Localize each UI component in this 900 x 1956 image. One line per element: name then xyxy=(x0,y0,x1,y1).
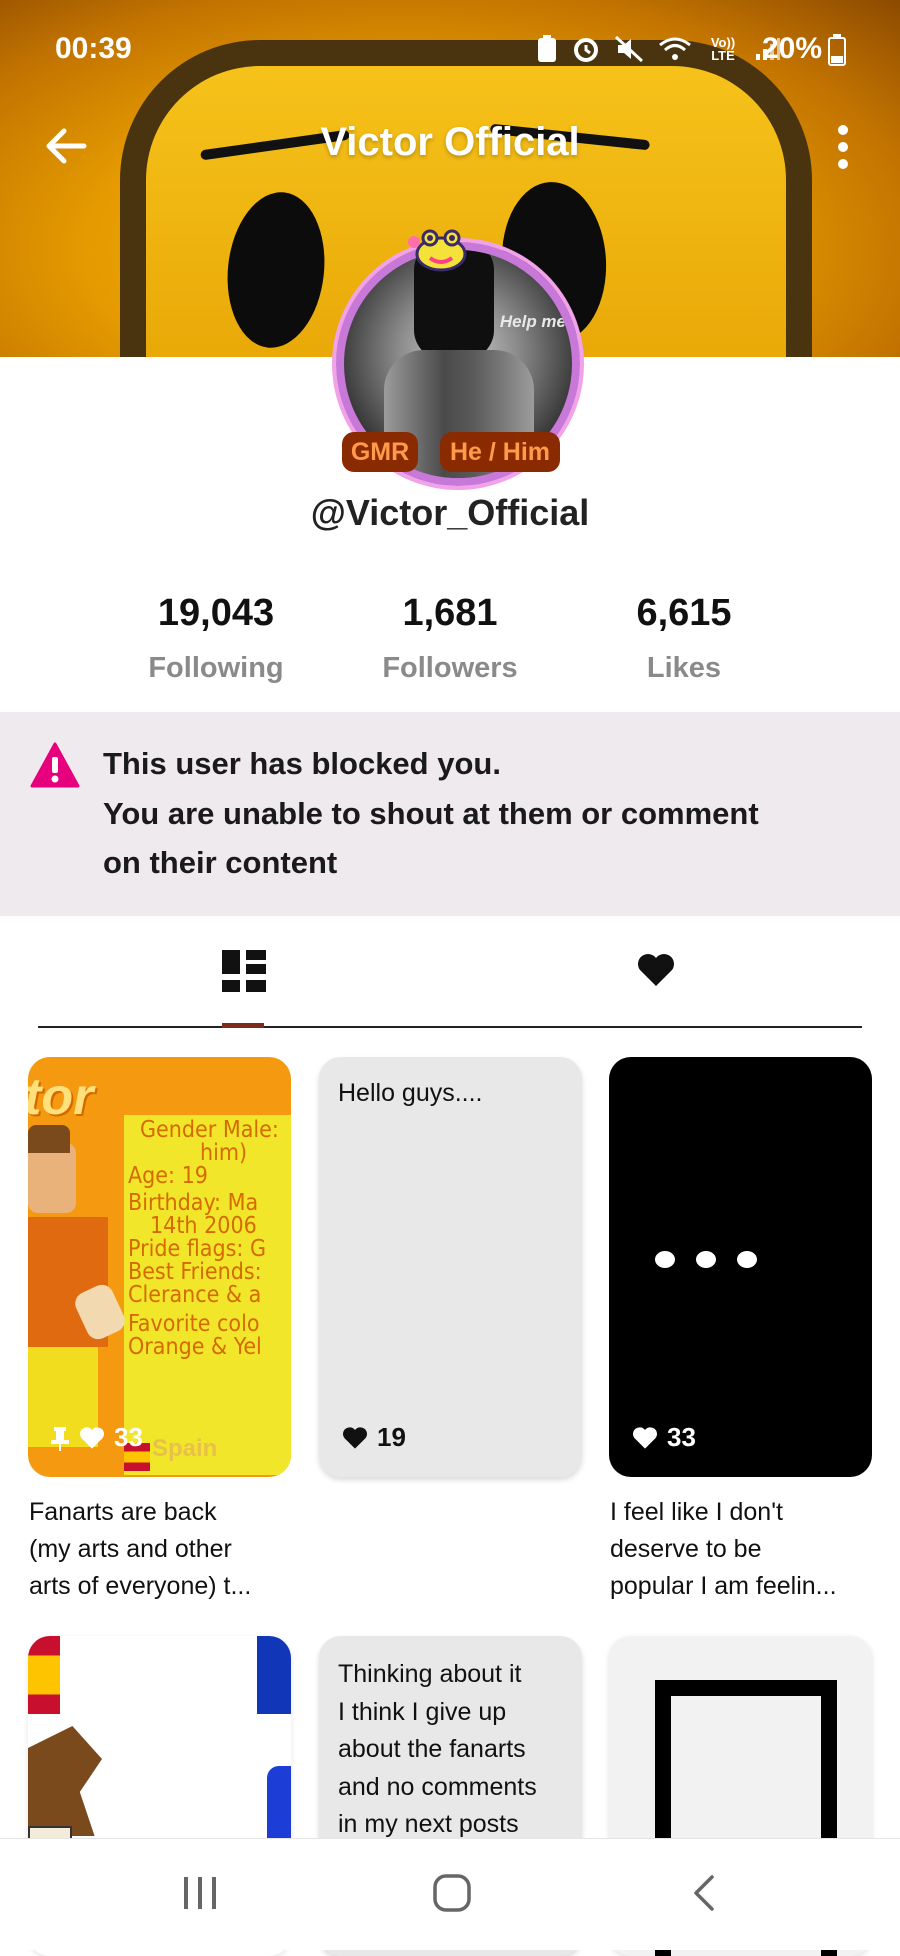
pin-icon xyxy=(51,1426,69,1451)
stat-followers-value[interactable]: 1,681 xyxy=(350,592,550,635)
post-text: Thinking about it I think I give up abou… xyxy=(338,1660,537,1838)
system-nav-bar xyxy=(0,1838,900,1950)
like-count-text: 19 xyxy=(377,1422,406,1452)
warning-icon xyxy=(30,742,80,788)
tab-liked-heart-icon[interactable] xyxy=(636,952,676,988)
stat-followers-label[interactable]: Followers xyxy=(350,652,550,685)
heart-icon xyxy=(343,1426,367,1449)
back-icon[interactable] xyxy=(690,1873,720,1913)
post-card-feel[interactable]: 33 xyxy=(609,1057,872,1477)
post-image-country: Spain xyxy=(152,1435,218,1462)
heart-icon xyxy=(633,1426,657,1449)
page-title: Victor Official xyxy=(320,120,580,164)
post-like-count: 33 xyxy=(631,1422,696,1453)
tab-posts-grid-icon[interactable] xyxy=(222,950,266,992)
post-image-blue-block xyxy=(257,1636,291,1714)
badge-pronouns: He / Him xyxy=(440,432,560,472)
battery-percent: 20% xyxy=(762,32,823,65)
stat-likes-label: Likes xyxy=(646,652,722,684)
blocked-line-2: You are unable to shout at them or comme… xyxy=(103,796,759,831)
like-count-text: 33 xyxy=(114,1422,143,1452)
post-like-count: 33 xyxy=(50,1422,143,1453)
status-time: 00:39 xyxy=(55,32,132,65)
status-icons: Vo)) LTE xyxy=(536,34,780,64)
post-caption-feel[interactable]: I feel like I don't deserve to be popula… xyxy=(610,1494,840,1605)
stat-following-label[interactable]: Following xyxy=(116,652,316,685)
post-image-text: Gender Male: him) Age: 19 Birthday: Ma 1… xyxy=(128,1117,279,1360)
post-image-character-hair xyxy=(28,1125,70,1153)
stat-following-value[interactable]: 19,043 xyxy=(116,592,316,635)
alarm-icon xyxy=(574,38,598,62)
wifi-icon xyxy=(659,37,691,60)
post-image-title: tor xyxy=(28,1068,94,1126)
avatar-caption: Help me xyxy=(499,312,566,331)
heart-icon xyxy=(80,1426,104,1449)
sparkle-icon xyxy=(408,236,420,248)
badge-gmr: GMR xyxy=(342,432,418,472)
post-caption-fanarts[interactable]: Fanarts are back (my arts and other arts… xyxy=(29,1494,259,1605)
tab-divider xyxy=(38,1026,862,1028)
stat-likes-value: 6,615 xyxy=(636,592,732,634)
post-card-fanarts[interactable]: tor Gender Male: him) Age: 19 Birthday: … xyxy=(28,1057,291,1477)
more-options-icon[interactable] xyxy=(828,124,858,170)
network-label: Vo)) LTE xyxy=(710,35,736,63)
post-image-hair xyxy=(28,1726,102,1836)
post-image-character-head xyxy=(28,1143,76,1213)
like-count-text: 33 xyxy=(667,1422,696,1452)
tab-active-indicator xyxy=(222,1023,264,1028)
battery-icon xyxy=(828,34,846,66)
recents-icon[interactable] xyxy=(180,1873,220,1913)
blocked-notice: This user has blocked you. You are unabl… xyxy=(0,712,900,916)
blocked-line-3: on their content xyxy=(103,845,338,880)
post-like-count: 19 xyxy=(341,1422,406,1453)
post-image-flag xyxy=(28,1636,60,1714)
ellipsis-icon xyxy=(655,1251,757,1268)
profile-handle: @Victor_Official xyxy=(310,492,590,533)
home-icon[interactable] xyxy=(432,1873,472,1913)
post-card-hello[interactable]: Hello guys.... 19 xyxy=(319,1057,582,1477)
post-text: Hello guys.... xyxy=(338,1079,483,1107)
mute-icon xyxy=(614,35,644,63)
battery-saver-icon xyxy=(538,35,556,62)
blocked-line-1: This user has blocked you. xyxy=(103,746,501,781)
